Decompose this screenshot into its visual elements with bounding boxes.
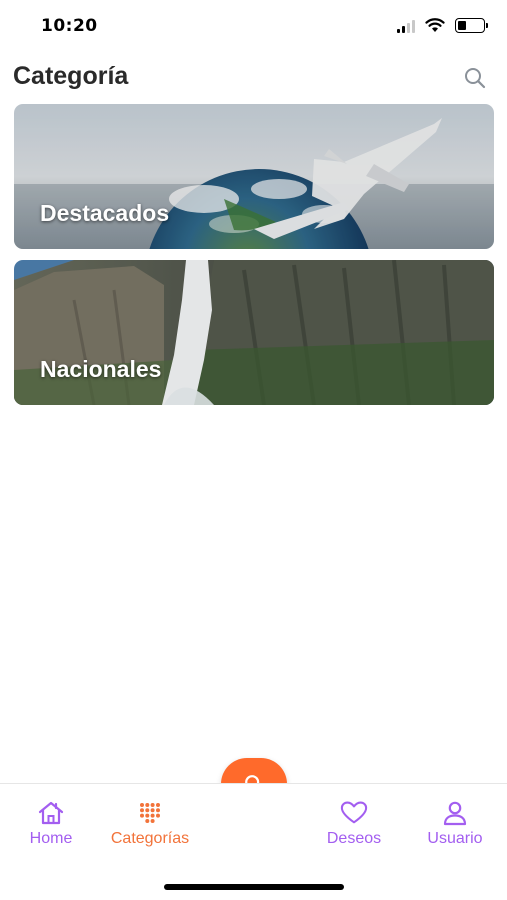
nav-item-categorias[interactable]: Categorías: [100, 800, 200, 848]
category-list: Destacados Nacionales: [14, 104, 494, 416]
search-icon: [465, 68, 486, 89]
search-button[interactable]: [461, 64, 489, 92]
heart-icon: [340, 800, 368, 826]
earth-airplane-image: [14, 104, 494, 249]
nav-label-deseos: Deseos: [326, 830, 382, 847]
nav-item-home[interactable]: Home: [1, 800, 101, 848]
page-title: Categoría: [13, 62, 129, 90]
home-icon: [37, 800, 65, 826]
nav-label-categorias: Categorías: [110, 830, 190, 847]
status-bar: 10:20: [0, 0, 507, 52]
bottom-nav: Home Categorías Deseos Usuario: [0, 783, 507, 900]
signal-icon: [397, 19, 415, 33]
category-label: Nacionales: [40, 356, 162, 382]
category-card-destacados[interactable]: Destacados: [14, 104, 494, 249]
waterfall-image: [14, 260, 494, 405]
home-indicator: [164, 884, 344, 890]
status-time: 10:20: [41, 16, 98, 36]
nav-label-home: Home: [29, 830, 73, 847]
nav-item-deseos[interactable]: Deseos: [304, 800, 404, 848]
nav-label-usuario: Usuario: [427, 830, 483, 847]
nav-item-usuario[interactable]: Usuario: [405, 800, 505, 848]
grid-dots-icon: [136, 800, 164, 826]
wifi-icon: [425, 18, 445, 32]
battery-icon: [455, 18, 488, 33]
category-label: Destacados: [40, 200, 170, 226]
status-icons: [397, 18, 488, 33]
user-icon: [441, 800, 469, 826]
category-card-nacionales[interactable]: Nacionales: [14, 260, 494, 405]
